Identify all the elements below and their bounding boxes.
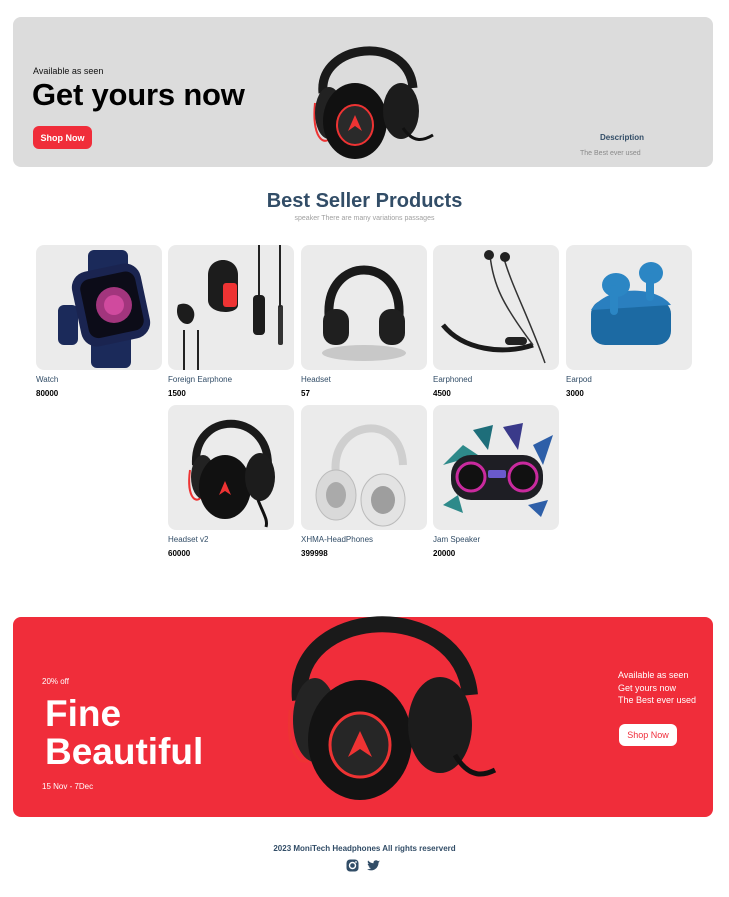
product-price: 80000 xyxy=(36,389,59,398)
hero-shop-now-button[interactable]: Shop Now xyxy=(33,126,92,149)
hero-banner: Available as seen Get yours now Shop Now… xyxy=(13,17,713,167)
product-price: 20000 xyxy=(433,549,456,558)
earbuds-icon xyxy=(591,262,671,345)
section-subtitle: speaker There are many variations passag… xyxy=(294,215,435,222)
section-title: Best Seller Products xyxy=(266,190,463,212)
product-price: 60000 xyxy=(168,549,191,558)
product-name: Earphoned xyxy=(433,375,473,384)
smartwatch-icon xyxy=(58,250,151,368)
promo-right-line-3: The Best ever used xyxy=(618,695,697,705)
product-card[interactable]: XHMA-HeadPhones 399998 xyxy=(301,405,427,558)
promo-title-line-1: Fine xyxy=(45,693,122,734)
product-name: Jam Speaker xyxy=(433,535,481,544)
product-price: 57 xyxy=(301,389,310,398)
hero-title: Get yours now xyxy=(32,77,245,112)
white-headphones-icon xyxy=(315,424,407,527)
product-card[interactable]: Watch 80000 xyxy=(36,245,162,398)
product-image-xhma-headphones[interactable] xyxy=(301,405,427,530)
product-card[interactable]: Earphoned 4500 xyxy=(433,245,559,398)
product-image-earpod[interactable] xyxy=(566,245,692,370)
product-image-jam-speaker[interactable] xyxy=(433,405,559,530)
product-name: Headset v2 xyxy=(168,535,209,544)
product-name: XHMA-HeadPhones xyxy=(301,535,374,544)
product-name: Watch xyxy=(36,375,59,384)
product-image-foreign-earphone[interactable] xyxy=(168,245,294,370)
hero-small-text: Available as seen xyxy=(33,66,104,76)
product-image-earphoned[interactable] xyxy=(433,245,559,370)
speaker-icon xyxy=(443,423,553,517)
product-name: Earpod xyxy=(566,375,592,384)
product-name: Foreign Earphone xyxy=(168,375,233,384)
hero-description-text: The Best ever used xyxy=(580,150,641,157)
instagram-icon[interactable] xyxy=(346,859,359,872)
promo-discount: 20% off xyxy=(42,677,69,686)
product-card[interactable]: Jam Speaker 20000 xyxy=(433,405,559,558)
product-image-headset[interactable] xyxy=(301,245,427,370)
twitter-icon[interactable] xyxy=(367,859,380,872)
product-name: Headset xyxy=(301,375,331,384)
product-price: 399998 xyxy=(301,549,328,558)
social-icons xyxy=(346,859,380,872)
product-price: 3000 xyxy=(566,389,584,398)
wired-earphone-icon xyxy=(176,245,283,370)
promo-right-text: Available as seen Get yours now The Best… xyxy=(618,669,696,707)
product-card[interactable]: Headset v2 60000 xyxy=(168,405,294,558)
promo-right-line-2: Get yours now xyxy=(618,682,677,693)
product-price: 1500 xyxy=(168,389,186,398)
product-card[interactable]: Headset 57 xyxy=(301,245,427,398)
headphones-icon xyxy=(322,265,406,361)
promo-right-line-1: Available as seen xyxy=(618,670,689,680)
product-image-headset-v2[interactable] xyxy=(168,405,294,530)
footer-copyright: 2023 MoniTech Headphones All rights rese… xyxy=(273,844,456,853)
banner-headset-image xyxy=(287,616,497,800)
promo-title-line-2: Beautiful xyxy=(45,731,204,772)
headset-image xyxy=(313,46,434,159)
gaming-headset-icon xyxy=(188,419,275,528)
neckband-earphone-icon xyxy=(441,250,546,364)
product-price: 4500 xyxy=(433,389,451,398)
product-card[interactable]: Foreign Earphone 1500 xyxy=(168,245,294,398)
product-image-watch[interactable] xyxy=(36,245,162,370)
promo-shop-now-button[interactable]: Shop Now xyxy=(619,724,677,746)
promo-date: 15 Nov - 7Dec xyxy=(42,782,94,791)
product-card[interactable]: Earpod 3000 xyxy=(566,245,692,398)
hero-description-title: Description xyxy=(600,133,645,142)
promo-title: Fine Beautiful xyxy=(45,695,203,771)
